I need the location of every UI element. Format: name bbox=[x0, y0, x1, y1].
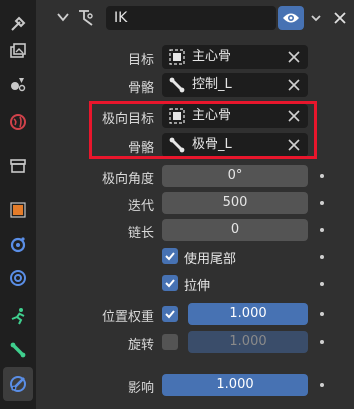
influence-slider[interactable]: 1.000 bbox=[162, 374, 308, 396]
use-tail-label: 使用尾部 bbox=[184, 252, 237, 267]
rotation-slider[interactable]: 1.000 bbox=[188, 331, 308, 353]
keyframe-dot-icon[interactable] bbox=[320, 282, 324, 286]
rotation-label: 旋转 bbox=[127, 338, 154, 353]
keyframe-dot-icon[interactable] bbox=[320, 255, 324, 259]
keyframe-dot-icon[interactable] bbox=[320, 201, 324, 205]
keyframe-dot-icon[interactable] bbox=[320, 228, 324, 232]
bone-constraint-tab-icon[interactable] bbox=[3, 367, 33, 401]
iterations-label: 迭代 bbox=[127, 199, 154, 214]
target-value: 主心骨 bbox=[192, 49, 232, 64]
keyframe-dot-icon[interactable] bbox=[320, 174, 324, 178]
chevron-down-icon[interactable] bbox=[306, 6, 326, 30]
keyframe-dot-icon[interactable] bbox=[320, 340, 324, 344]
object-tab-icon[interactable] bbox=[6, 198, 30, 222]
properties-tab-bar bbox=[0, 0, 36, 409]
clear-icon[interactable] bbox=[286, 77, 302, 93]
target-field[interactable]: 主心骨 bbox=[162, 45, 308, 69]
weight-position-label: 位置权重 bbox=[101, 310, 154, 325]
chevron-down-icon[interactable] bbox=[56, 10, 70, 24]
collection-tab-icon[interactable] bbox=[6, 154, 30, 178]
world-tab-icon[interactable] bbox=[6, 110, 30, 134]
bone-field[interactable]: 控制_L bbox=[162, 73, 308, 97]
pole-angle-field[interactable]: 0° bbox=[162, 165, 308, 187]
eye-icon[interactable] bbox=[278, 6, 304, 30]
scene-tab-icon[interactable] bbox=[6, 72, 30, 96]
object-icon bbox=[168, 48, 186, 66]
close-icon[interactable] bbox=[330, 8, 350, 28]
bone-label: 骨骼 bbox=[127, 81, 154, 96]
target-label: 目标 bbox=[127, 53, 154, 68]
render-tab-icon[interactable] bbox=[6, 40, 30, 64]
physics-tab-icon[interactable] bbox=[6, 266, 30, 290]
bone-tab-icon[interactable] bbox=[6, 338, 30, 362]
tool-tab-icon[interactable] bbox=[6, 12, 30, 36]
weight-position-slider[interactable]: 1.000 bbox=[188, 303, 308, 325]
keyframe-dot-icon[interactable] bbox=[320, 312, 324, 316]
constraint-header: IK bbox=[46, 4, 352, 32]
stretch-checkbox[interactable] bbox=[162, 275, 178, 291]
bone-value: 控制_L bbox=[192, 77, 232, 92]
highlight-box bbox=[89, 101, 317, 159]
iterations-field[interactable]: 500 bbox=[162, 192, 308, 214]
influence-label: 影响 bbox=[127, 381, 154, 396]
pole-angle-label: 极向角度 bbox=[101, 172, 154, 187]
rotation-checkbox[interactable] bbox=[162, 334, 178, 350]
chain-length-field[interactable]: 0 bbox=[162, 219, 308, 241]
object-constraint-tab-icon[interactable] bbox=[6, 304, 30, 328]
modifier-tab-icon[interactable] bbox=[6, 232, 30, 256]
clear-icon[interactable] bbox=[286, 49, 302, 65]
use-tail-checkbox[interactable] bbox=[162, 248, 178, 264]
chain-length-label: 链长 bbox=[127, 226, 154, 241]
keyframe-dot-icon[interactable] bbox=[320, 383, 324, 387]
bone-icon bbox=[168, 76, 186, 94]
stretch-label: 拉伸 bbox=[184, 279, 211, 294]
constraint-name-field[interactable]: IK bbox=[106, 6, 276, 30]
weight-position-checkbox[interactable] bbox=[162, 306, 178, 322]
ik-constraint-icon bbox=[76, 7, 96, 27]
